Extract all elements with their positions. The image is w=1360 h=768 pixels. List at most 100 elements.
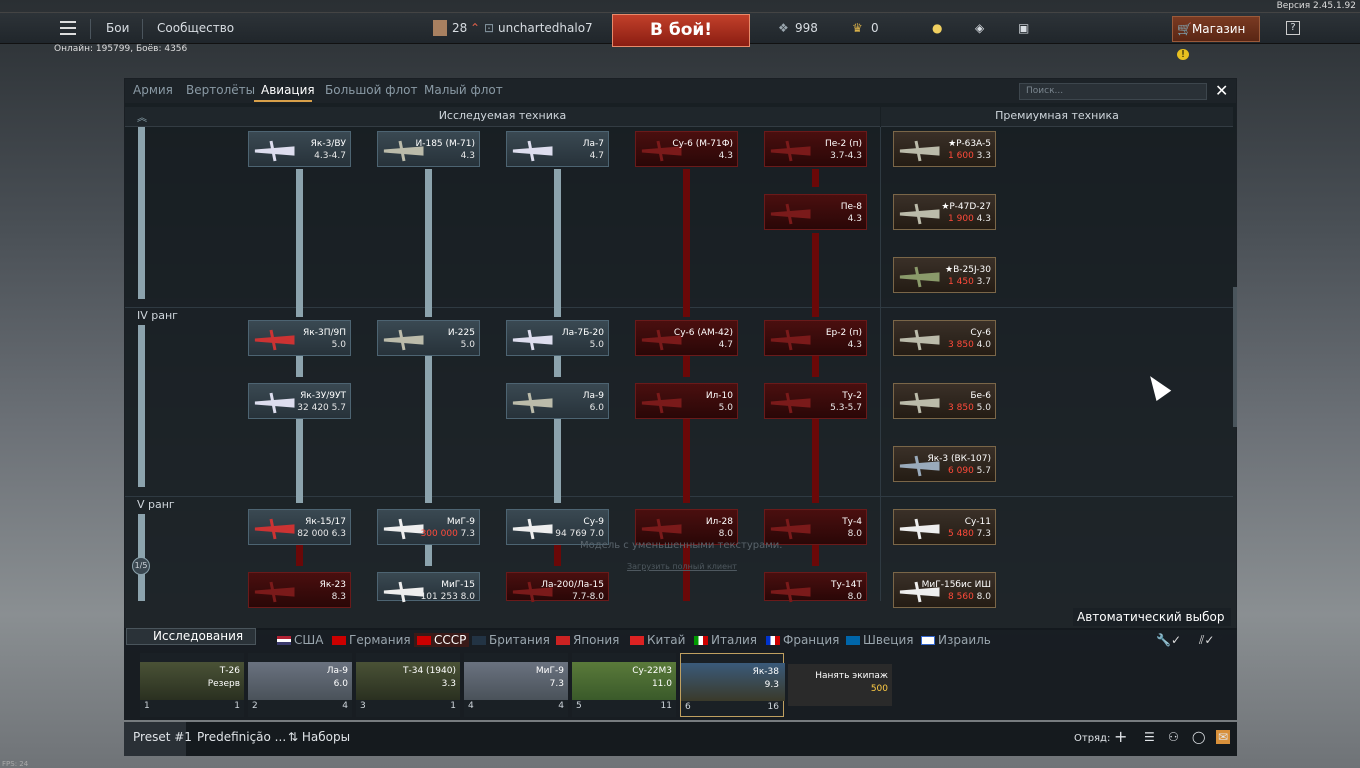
aircraft-icon [382,579,424,605]
aircraft-icon [769,516,811,542]
crew-slot[interactable]: Т-34 (1940) 3.3 3 1 [356,653,460,717]
nation-tab-usa[interactable]: США [277,633,323,647]
aircraft-icon [382,516,424,542]
vehicle-card[interactable]: Як-3У/9УТ 32 420 5.7 [248,383,351,419]
crew-slot[interactable]: Ла-9 6.0 2 4 [248,653,352,717]
list-icon[interactable]: ☰ [1144,730,1155,744]
vehicle-card[interactable]: МиГ-15 101 253 8.0 [377,572,480,603]
vehicle-card[interactable]: Як-3/ВУ 4.3-4.7 [248,131,351,167]
tab-helicopters[interactable]: Вертолёты [186,83,255,97]
tab-army[interactable]: Армия [133,83,173,97]
crew-slot[interactable]: Т-26 Резерв 1 1 [140,653,244,717]
vehicle-card[interactable]: Су-6 (М-71Ф) 4.3 [635,131,738,167]
download-full-client-link[interactable]: Загрузить полный клиент [627,562,737,571]
aircraft-icon [769,327,811,353]
aircraft-icon [511,138,553,164]
vehicle-card[interactable]: Су-6 (АМ-42) 4.7 [635,320,738,356]
nation-tab-japan[interactable]: Япония [556,633,619,647]
aircraft-icon [898,138,940,164]
tab-bluewater-fleet[interactable]: Большой флот [325,83,418,97]
vehicle-card[interactable]: Пе-2 (п) 3.7-4.3 [764,131,867,167]
vehicle-card[interactable]: Як-3П/9П 5.0 [248,320,351,356]
nation-tab-france[interactable]: Франция [766,633,839,647]
premium-vehicle-card[interactable]: Су-11 5 480 7.3 [893,509,996,545]
vehicle-card[interactable]: Ер-2 (п) 4.3 [764,320,867,356]
premium-column-header: Премиумная техника [881,107,1233,127]
repair-icon[interactable]: 🔧✓ [1156,633,1181,647]
nation-tab-china[interactable]: Китай [630,633,685,647]
menu-icon[interactable] [60,21,76,35]
close-icon[interactable]: ✕ [1215,81,1228,100]
crew-slot[interactable]: Су-22М3 11.0 5 11 [572,653,676,717]
premium-vehicle-card[interactable]: МиГ-15бис ИШ 8 560 8.0 [893,572,996,608]
vehicle-card[interactable]: Ту-2 5.3-5.7 [764,383,867,419]
crew-slot[interactable]: МиГ-9 7.3 4 4 [464,653,568,717]
premium-vehicle-card[interactable]: ★P-63A-5 1 600 3.3 [893,131,996,167]
research-tab[interactable]: Исследования [126,628,256,645]
nation-tab-ussr[interactable]: СССР [414,633,470,647]
preset-1-tab[interactable]: Preset #1 [133,730,192,744]
mail-icon[interactable]: ✉ [1216,730,1231,744]
contacts-icon[interactable]: ◈ [975,21,984,35]
battles-menu[interactable]: Бои [106,21,129,35]
gamepad-icon: ⊡ [484,21,495,35]
aircraft-icon [898,264,940,290]
vehicle-card[interactable]: Пе-8 4.3 [764,194,867,230]
shop-button[interactable]: 🛒Магазин ! [1172,16,1260,60]
chat-icon[interactable]: ◯ [1192,730,1205,744]
nation-tab-germany[interactable]: Германия [332,633,411,647]
auto-select-dropdown[interactable]: Автоматический выбор ⌄ [1073,608,1231,642]
vehicle-card[interactable]: Ла-7 4.7 [506,131,609,167]
aircraft-icon [511,516,553,542]
search-input[interactable]: Поиск... [1019,83,1207,100]
aircraft-icon [640,516,682,542]
preset-2-tab[interactable]: Predefinição ... [197,730,286,744]
vehicle-card[interactable]: Ил-10 5.0 [635,383,738,419]
crew-slot-selected[interactable]: Як-38 9.3 6 16 [680,653,785,717]
to-battle-button[interactable]: В бой! [612,14,750,47]
active-tab-indicator [254,100,312,102]
scrollbar[interactable] [1233,287,1237,427]
lightbulb-icon[interactable]: ● [932,21,942,35]
premium-vehicle-card[interactable]: Як-3 (ВК-107) 6 090 5.7 [893,446,996,482]
premium-vehicle-card[interactable]: Су-6 3 850 4.0 [893,320,996,356]
username[interactable]: unchartedhalo7 [498,21,593,35]
community-menu[interactable]: Сообщество [157,21,234,35]
vehicle-card[interactable]: МиГ-9 300 000 7.3 [377,509,480,545]
vehicle-card[interactable]: Як-15/17 82 000 6.3 [248,509,351,545]
nation-tab-sweden[interactable]: Швеция [846,633,913,647]
premium-vehicle-card[interactable]: Бе-6 3 850 5.0 [893,383,996,419]
vehicle-card[interactable]: Ла-200/Ла-15 7.7-8.0 [506,572,609,603]
aircraft-icon [898,516,940,542]
nation-tab-italy[interactable]: Италия [694,633,757,647]
premium-vehicle-card[interactable]: ★B-25J-30 1 450 3.7 [893,257,996,293]
vehicle-card[interactable]: Ла-9 6.0 [506,383,609,419]
collapse-up-icon[interactable]: ︽ [137,109,147,124]
tab-aviation[interactable]: Авиация [261,83,315,97]
sets-button[interactable]: ⇅ Наборы [288,730,350,744]
vehicle-card[interactable]: Ту-14Т 8.0 [764,572,867,603]
friends-icon[interactable]: ⚇ [1168,730,1179,744]
vehicle-card[interactable]: И-225 5.0 [377,320,480,356]
add-squad-icon[interactable]: + [1114,727,1127,746]
aircraft-icon [898,390,940,416]
nation-tab-britain[interactable]: Британия [472,633,550,647]
rank-progress-bar [138,127,145,299]
premium-vehicle-card[interactable]: ★P-47D-27 1 900 4.3 [893,194,996,230]
nation-tab-israel[interactable]: Израиль [921,633,991,647]
aircraft-icon [253,579,295,605]
tab-coastal-fleet[interactable]: Малый флот [424,83,503,97]
avatar[interactable] [433,20,447,36]
vehicle-card[interactable]: И-185 (М-71) 4.3 [377,131,480,167]
page-indicator: 1/5 [132,557,150,575]
online-counter: Онлайн: 195799, Боёв: 4356 [54,44,188,54]
vehicle-card[interactable]: Ла-7Б-20 5.0 [506,320,609,356]
aircraft-icon [253,516,295,542]
ammo-icon[interactable]: ⫽✓ [1199,633,1214,648]
hire-crew-button[interactable]: Нанять экипаж 500 [788,664,892,706]
coupon-icon[interactable]: ▣ [1018,21,1029,35]
help-icon[interactable]: ? [1286,21,1300,35]
vehicle-card[interactable]: Як-23 8.3 [248,572,351,608]
golden-eagles-icon: ♛ [852,21,863,35]
aircraft-icon [511,327,553,353]
